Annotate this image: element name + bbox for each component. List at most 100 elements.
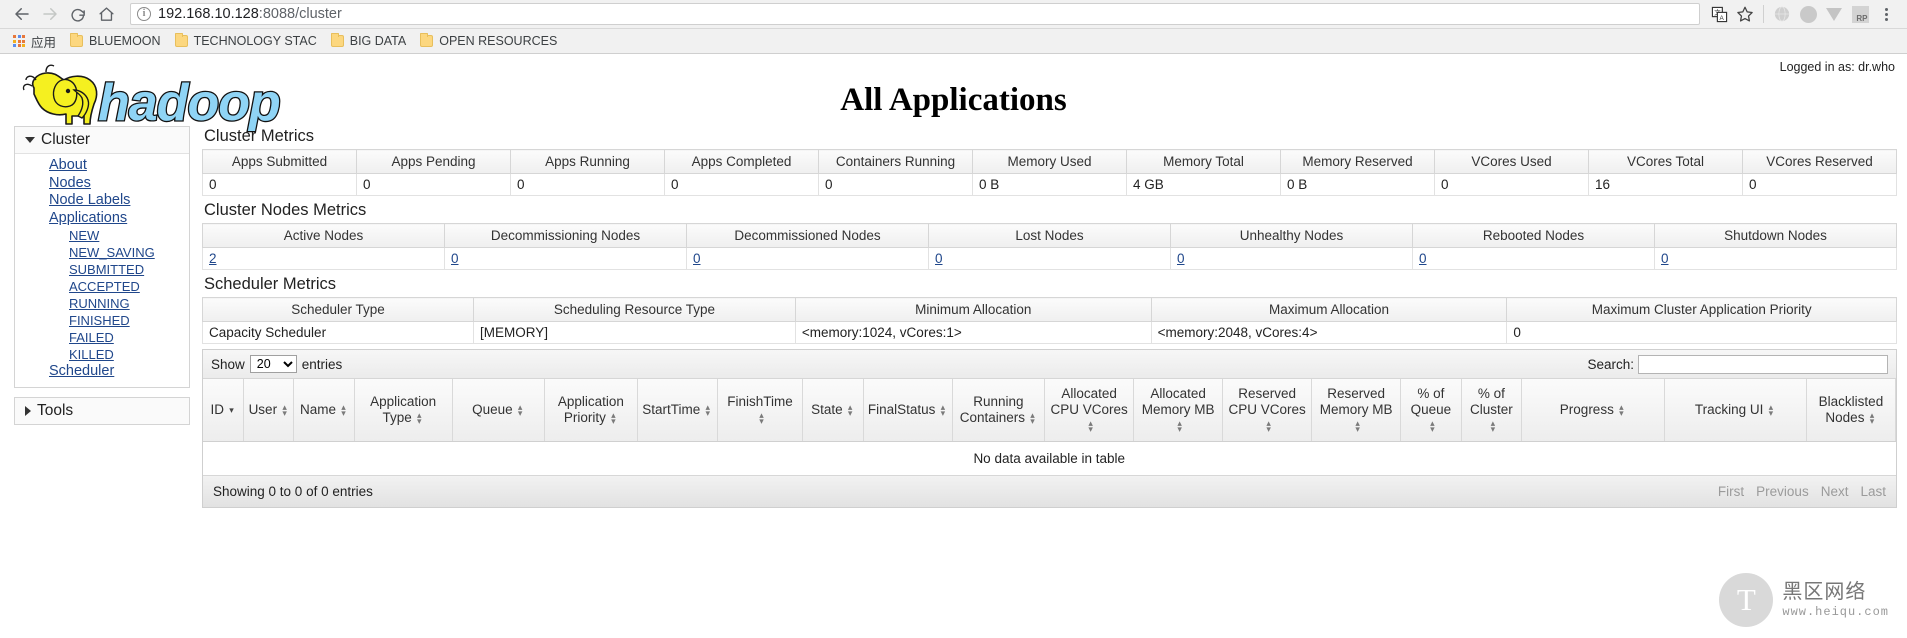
table-row: Capacity Scheduler [MEMORY] <memory:1024… — [201, 321, 1897, 344]
pagination-next[interactable]: Next — [1821, 484, 1849, 499]
sort-both-icon: ▴ ▾ — [282, 402, 287, 419]
sidebar-tools-header[interactable]: Tools — [15, 397, 189, 424]
cluster-metrics-table: Apps Submitted Apps Pending Apps Running… — [202, 149, 1897, 196]
scheduler-metrics-table: Scheduler Type Scheduling Resource Type … — [201, 297, 1897, 344]
pagination-previous[interactable]: Previous — [1756, 484, 1809, 499]
bookmark-item-technology-stack[interactable]: TECHNOLOGY STAC — [168, 31, 324, 52]
col-max-cluster-app-priority: Maximum Cluster Application Priority — [1506, 297, 1897, 322]
sidebar-item-new[interactable]: NEW — [15, 227, 189, 244]
hadoop-logo[interactable]: hadoop — [12, 60, 312, 138]
pagination-last[interactable]: Last — [1860, 484, 1886, 499]
col-rebooted-nodes: Rebooted Nodes — [1412, 223, 1655, 248]
col-percent-of-cluster[interactable]: % of Cluster ▴ ▾ — [1461, 379, 1523, 442]
sort-both-icon: ▴ ▾ — [517, 402, 523, 419]
bookmark-star-button[interactable] — [1732, 1, 1758, 27]
col-progress[interactable]: Progress ▴ ▾ — [1521, 379, 1665, 442]
sidebar-item-new-saving[interactable]: NEW_SAVING — [15, 244, 189, 261]
empty-message: No data available in table — [203, 441, 1896, 476]
search-input[interactable] — [1638, 354, 1888, 374]
bookmark-item-bluemoon[interactable]: BLUEMOON — [63, 31, 168, 52]
star-icon — [1737, 6, 1753, 22]
col-name[interactable]: Name ▴ ▾ — [293, 379, 355, 442]
sort-both-icon: ▴ ▾ — [847, 402, 853, 419]
col-queue[interactable]: Queue ▴ ▾ — [452, 379, 546, 442]
sidebar-item-scheduler[interactable]: Scheduler — [15, 363, 189, 381]
val-lost-nodes[interactable]: 0 — [935, 251, 943, 266]
col-blacklisted-nodes[interactable]: Blacklisted Nodes ▴ ▾ — [1806, 379, 1897, 442]
val-memory-total: 4 GB — [1126, 173, 1281, 196]
val-memory-used: 0 B — [972, 173, 1127, 196]
sphere-extension-icon — [1799, 5, 1817, 23]
col-finalstatus[interactable]: FinalStatus ▴ ▾ — [863, 379, 953, 442]
col-user[interactable]: User ▴ ▾ — [243, 379, 295, 442]
val-decommissioning-nodes[interactable]: 0 — [451, 251, 459, 266]
col-apps-running: Apps Running — [510, 149, 665, 174]
col-tracking-ui[interactable]: Tracking UI ▴ ▾ — [1664, 379, 1807, 442]
sidebar-item-about[interactable]: About — [15, 157, 189, 175]
bookmark-apps[interactable]: 应用 — [6, 31, 63, 52]
sidebar-item-accepted[interactable]: ACCEPTED — [15, 278, 189, 295]
browser-menu-button[interactable] — [1873, 1, 1899, 27]
sidebar-item-killed[interactable]: KILLED — [15, 346, 189, 363]
val-scheduling-resource-type: [MEMORY] — [473, 321, 796, 344]
bookmark-item-open-resources[interactable]: OPEN RESOURCES — [413, 31, 564, 52]
val-rebooted-nodes[interactable]: 0 — [1419, 251, 1427, 266]
col-application-priority[interactable]: Application Priority ▴ ▾ — [544, 379, 638, 442]
sphere-extension-button[interactable] — [1795, 1, 1821, 27]
sidebar-item-submitted[interactable]: SUBMITTED — [15, 261, 189, 278]
cluster-nodes-metrics-table: Active Nodes Decommissioning Nodes Decom… — [202, 223, 1897, 270]
table-row: 2 0 0 0 0 0 0 — [202, 247, 1897, 270]
val-decommissioned-nodes[interactable]: 0 — [693, 251, 701, 266]
col-memory-used: Memory Used — [972, 149, 1127, 174]
sidebar-item-nodes[interactable]: Nodes — [15, 175, 189, 193]
col-allocated-memory-mb[interactable]: Allocated Memory MB ▴ ▾ — [1133, 379, 1224, 442]
col-percent-of-queue[interactable]: % of Queue ▴ ▾ — [1400, 379, 1462, 442]
sidebar-tools-block: Tools — [14, 396, 190, 425]
back-button[interactable] — [8, 0, 36, 28]
col-reserved-cpu-vcores[interactable]: Reserved CPU VCores ▴ ▾ — [1222, 379, 1313, 442]
rp-extension-button[interactable]: RP — [1847, 1, 1873, 27]
col-id[interactable]: ID ▾ — [203, 379, 245, 442]
address-bar[interactable]: i 192.168.10.128:8088/cluster — [130, 3, 1700, 25]
col-vcores-reserved: VCores Reserved — [1742, 149, 1897, 174]
sort-both-icon: ▴ ▾ — [1619, 402, 1624, 419]
toolbar-divider — [1763, 5, 1764, 23]
sidebar-item-failed[interactable]: FAILED — [15, 329, 189, 346]
home-button[interactable] — [92, 0, 120, 28]
sidebar-item-node-labels[interactable]: Node Labels — [15, 192, 189, 210]
reload-button[interactable] — [64, 0, 92, 28]
col-running-containers[interactable]: Running Containers ▴ ▾ — [952, 379, 1046, 442]
table-empty-row: No data available in table — [203, 441, 1896, 476]
bookmark-item-big-data[interactable]: BIG DATA — [324, 31, 414, 52]
val-shutdown-nodes[interactable]: 0 — [1661, 251, 1669, 266]
col-allocated-cpu-vcores[interactable]: Allocated CPU VCores ▴ ▾ — [1044, 379, 1135, 442]
pagination-first[interactable]: First — [1718, 484, 1744, 499]
col-reserved-memory-mb[interactable]: Reserved Memory MB ▴ ▾ — [1311, 379, 1402, 442]
show-label: Show — [211, 356, 245, 372]
forward-button[interactable] — [36, 0, 64, 28]
val-unhealthy-nodes[interactable]: 0 — [1177, 251, 1185, 266]
col-starttime[interactable]: StartTime ▴ ▾ — [637, 379, 718, 442]
sidebar-item-applications[interactable]: Applications — [15, 210, 189, 228]
sidebar-tools-label: Tools — [37, 401, 74, 419]
bookmark-label: OPEN RESOURCES — [439, 34, 558, 48]
reload-icon — [70, 8, 85, 22]
table-row: 0 0 0 0 0 0 B 4 GB 0 B 0 16 0 — [202, 173, 1897, 196]
site-info-icon[interactable]: i — [137, 7, 151, 21]
translate-button[interactable]: 文A — [1706, 1, 1732, 27]
globe-extension-button[interactable] — [1769, 1, 1795, 27]
cluster-metrics-title: Cluster Metrics — [204, 127, 315, 145]
bookmark-label: TECHNOLOGY STAC — [193, 34, 317, 48]
page-length-select[interactable]: 20 50 100 — [249, 355, 297, 373]
bookmark-label: BLUEMOON — [89, 34, 161, 48]
sidebar-item-finished[interactable]: FINISHED — [15, 312, 189, 329]
col-state[interactable]: State ▴ ▾ — [802, 379, 864, 442]
val-active-nodes[interactable]: 2 — [209, 251, 217, 266]
sort-both-icon: ▴ ▾ — [1490, 418, 1496, 435]
chevron-right-icon — [25, 405, 31, 416]
col-application-type[interactable]: Application Type ▴ ▾ — [354, 379, 453, 442]
v-extension-button[interactable] — [1821, 1, 1847, 27]
sidebar-item-running[interactable]: RUNNING — [15, 295, 189, 312]
svg-text:hadoop: hadoop — [98, 74, 280, 132]
col-finishtime[interactable]: FinishTime ▴ ▾ — [717, 379, 804, 442]
